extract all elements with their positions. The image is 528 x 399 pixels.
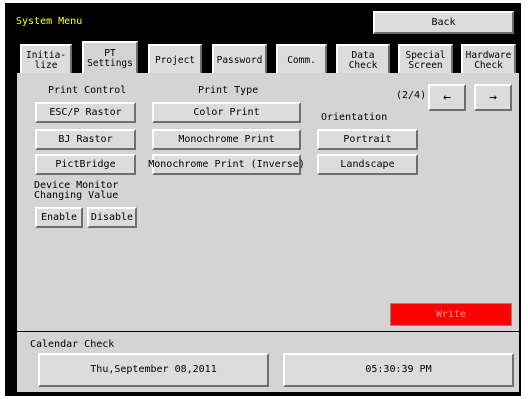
back-button[interactable]: Back [373,11,514,34]
prev-page-button[interactable]: ← [428,84,466,111]
esc-p-rastor-button[interactable]: ESC/P Rastor [35,102,136,123]
tab-comm[interactable]: Comm. [276,44,327,75]
monochrome-print-button[interactable]: Monochrome Print [152,129,301,150]
tab-data-check[interactable]: Data Check [336,44,390,75]
color-print-button[interactable]: Color Print [152,102,301,123]
time-display[interactable]: 05:30:39 PM [283,353,514,387]
landscape-button[interactable]: Landscape [317,154,418,175]
pictbridge-button[interactable]: PictBridge [35,154,136,175]
date-display[interactable]: Thu,September 08,2011 [38,353,269,387]
tab-project[interactable]: Project [148,44,202,75]
device-monitor-heading: Device Monitor Changing Value [34,180,119,201]
print-control-heading: Print Control [48,85,127,96]
tab-pt-settings[interactable]: PT Settings [82,41,138,75]
disable-button[interactable]: Disable [87,207,137,228]
tab-hardware-check[interactable]: Hardware Check [461,44,516,75]
next-page-button[interactable]: → [474,84,512,111]
orientation-heading: Orientation [321,112,388,123]
tab-initialize[interactable]: Initia- lize [20,44,72,75]
portrait-button[interactable]: Portrait [317,129,418,150]
tab-special-screen[interactable]: Special Screen [398,44,453,75]
calendar-check-heading: Calendar Check [30,339,115,350]
bj-rastor-button[interactable]: BJ Rastor [35,129,136,150]
enable-button[interactable]: Enable [35,207,83,228]
page-indicator: (2/4) [396,90,427,101]
window-title: System Menu [16,16,83,27]
print-type-heading: Print Type [198,85,259,96]
tab-password[interactable]: Password [212,44,267,75]
write-button[interactable]: Write [390,303,512,326]
monochrome-print-inverse-button[interactable]: Monochrome Print (Inverse) [148,154,305,175]
